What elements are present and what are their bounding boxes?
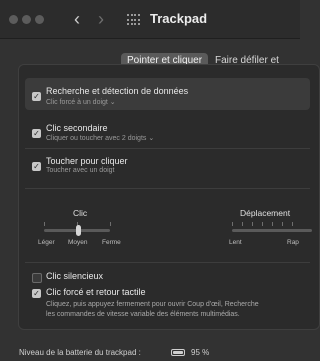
slider-tick — [292, 222, 293, 226]
tracking-label-slow: Lent — [229, 239, 242, 246]
click-slider-thumb[interactable] — [76, 225, 81, 236]
secondary-click-checkbox[interactable]: ✓ — [32, 129, 41, 138]
title-bar: ‹ › Trackpad — [0, 0, 300, 38]
slider-tick — [282, 222, 283, 226]
force-click-label: Clic forcé et retour tactile — [46, 287, 146, 297]
battery-icon — [171, 349, 185, 356]
click-slider-title: Clic — [73, 208, 88, 218]
secondary-click-label: Clic secondaire — [46, 123, 108, 133]
lookup-checkbox[interactable]: ✓ — [32, 92, 41, 101]
force-click-description-1: Cliquez, puis appuyez fermement pour ouv… — [46, 301, 259, 308]
battery-label: Niveau de la batterie du trackpad : — [19, 348, 141, 357]
silent-click-label: Clic silencieux — [46, 271, 104, 281]
slider-tick — [272, 222, 273, 226]
zoom-window-button[interactable] — [35, 15, 44, 24]
slider-tick — [242, 222, 243, 226]
title-divider — [0, 38, 300, 39]
secondary-click-popup[interactable]: Cliquer ou toucher avec 2 doigts ⌄ — [46, 134, 154, 142]
lookup-popup[interactable]: Clic forcé à un doigt ⌄ — [46, 98, 116, 106]
divider — [25, 148, 310, 149]
force-click-checkbox[interactable]: ✓ — [32, 289, 41, 298]
divider — [25, 262, 310, 263]
window-title: Trackpad — [150, 11, 208, 26]
slider-tick — [110, 222, 111, 226]
minimize-window-button[interactable] — [22, 15, 31, 24]
slider-tick — [44, 222, 45, 226]
tap-to-click-checkbox[interactable]: ✓ — [32, 162, 41, 171]
lookup-label: Recherche et détection de données — [46, 86, 189, 96]
silent-click-checkbox[interactable] — [32, 273, 42, 283]
click-label-medium: Moyen — [68, 239, 88, 246]
tap-to-click-sub: Toucher avec un doigt — [46, 167, 115, 174]
slider-tick — [252, 222, 253, 226]
close-window-button[interactable] — [9, 15, 18, 24]
tracking-slider-track[interactable] — [232, 229, 312, 232]
tap-to-click-label: Toucher pour cliquer — [46, 156, 128, 166]
slider-tick — [262, 222, 263, 226]
click-label-light: Léger — [38, 239, 55, 246]
forward-chevron-icon[interactable]: › — [98, 9, 104, 29]
click-label-firm: Ferme — [102, 239, 121, 246]
battery-fill — [173, 351, 183, 354]
slider-tick — [232, 222, 233, 226]
force-click-description-2: les commandes de vitesse variable des él… — [46, 311, 240, 318]
tracking-slider-title: Déplacement — [240, 208, 291, 218]
tracking-label-fast: Rap — [287, 239, 299, 246]
battery-percent: 95 % — [191, 348, 210, 357]
divider — [25, 188, 310, 189]
back-chevron-icon[interactable]: ‹ — [74, 9, 80, 29]
show-all-grid-icon[interactable] — [127, 14, 140, 26]
